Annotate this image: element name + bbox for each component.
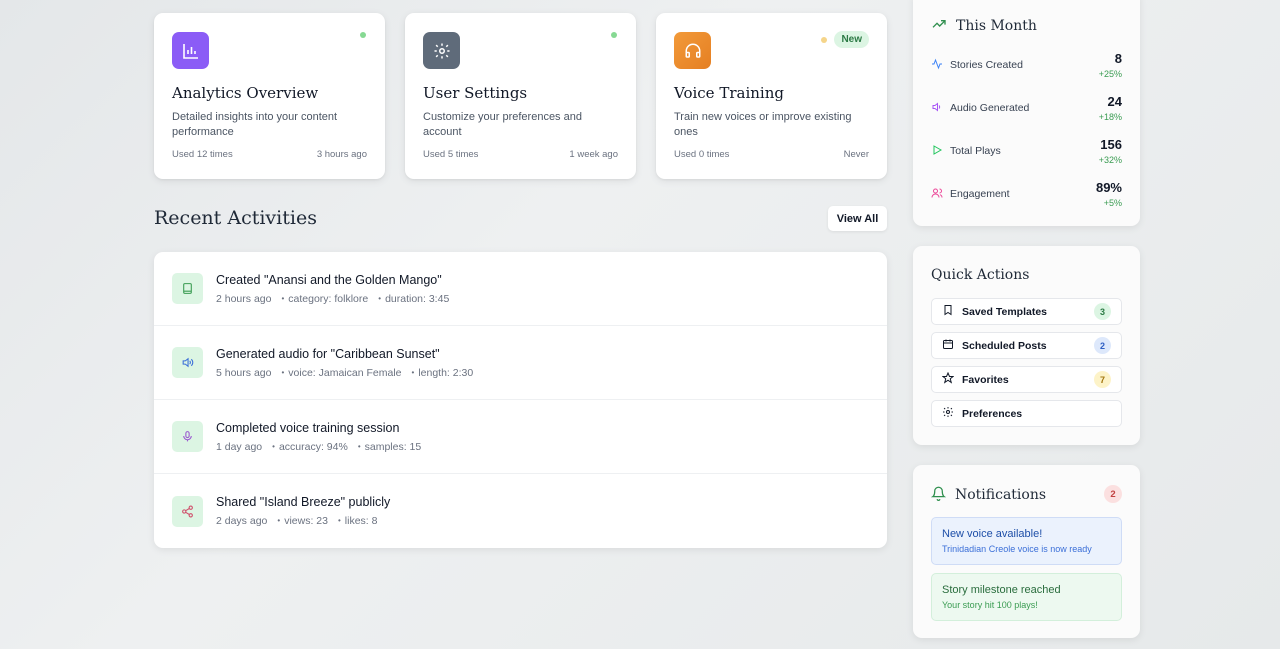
activity-meta: accuracy: 94% — [272, 441, 348, 453]
feature-card-voice-training[interactable]: New Voice Training Train new voices or i… — [656, 13, 887, 179]
count-badge: 7 — [1094, 371, 1111, 388]
stat-delta: +18% — [1098, 112, 1122, 122]
card-title: User Settings — [423, 84, 528, 102]
activity-time: 2 days ago — [216, 515, 268, 527]
notification-title: Story milestone reached — [942, 584, 1061, 596]
stat-value: 156 — [1100, 137, 1122, 152]
quick-action-label: Preferences — [962, 407, 1023, 420]
calendar-icon — [942, 338, 954, 353]
speaker-icon — [172, 347, 203, 378]
quick-action-label: Favorites — [962, 373, 1009, 386]
panel-title: Notifications — [955, 487, 1047, 503]
book-icon — [172, 273, 203, 304]
recent-activities-heading: Recent Activities — [154, 207, 317, 229]
play-icon — [931, 144, 943, 159]
feature-card-analytics[interactable]: Analytics Overview Detailed insights int… — [154, 13, 385, 179]
panel-title: This Month — [956, 17, 1037, 34]
quick-action-preferences[interactable]: Preferences — [931, 400, 1122, 427]
last-used: 1 week ago — [569, 149, 618, 160]
trending-up-icon — [931, 16, 947, 35]
activity-meta: likes: 8 — [338, 515, 378, 527]
bookmark-icon — [942, 304, 954, 319]
activity-time: 2 hours ago — [216, 292, 272, 305]
activity-item[interactable]: Completed voice training session 1 day a… — [154, 400, 887, 474]
activity-meta: length: 2:30 — [412, 367, 473, 379]
status-dot — [611, 32, 617, 38]
activity-meta: duration: 3:45 — [378, 293, 449, 305]
last-used: 3 hours ago — [316, 149, 367, 160]
stat-total-plays: Total Plays 156 +32% — [931, 137, 1122, 165]
view-all-button[interactable]: View All — [828, 206, 887, 231]
stat-value: 89% — [1095, 180, 1122, 195]
stat-label: Total Plays — [950, 145, 1001, 157]
quick-action-favorites[interactable]: Favorites 7 — [931, 366, 1122, 393]
notification-body: Your story hit 100 plays! — [942, 600, 1038, 610]
notification-title: New voice available! — [942, 528, 1043, 540]
new-badge: New — [834, 31, 869, 48]
quick-action-label: Saved Templates — [962, 305, 1048, 318]
activity-meta: views: 23 — [277, 515, 328, 527]
stat-label: Audio Generated — [950, 102, 1030, 114]
activity-meta: samples: 15 — [358, 441, 422, 453]
activity-icon — [931, 58, 943, 73]
card-description: Detailed insights into your content perf… — [172, 111, 338, 138]
quick-action-scheduled-posts[interactable]: Scheduled Posts 2 — [931, 332, 1122, 359]
bar-chart-icon — [172, 32, 209, 69]
usage-count: Used 0 times — [674, 149, 730, 160]
stat-engagement: Engagement 89% +5% — [931, 180, 1122, 208]
notifications-panel: Notifications 2 New voice available! Tri… — [913, 465, 1140, 638]
activity-meta: category: folklore — [281, 293, 368, 305]
card-title: Voice Training — [674, 84, 784, 102]
gear-icon — [942, 406, 954, 421]
activity-title: Shared "Island Breeze" publicly — [216, 495, 391, 509]
activity-item[interactable]: Generated audio for "Caribbean Sunset" 5… — [154, 326, 887, 400]
card-title: Analytics Overview — [172, 84, 319, 102]
star-icon — [941, 371, 955, 387]
stat-delta: +25% — [1098, 69, 1122, 79]
feature-card-user-settings[interactable]: User Settings Customize your preferences… — [405, 13, 636, 179]
quick-actions-panel: Quick Actions Saved Templates 3 Schedule… — [913, 246, 1140, 445]
activity-title: Completed voice training session — [216, 420, 400, 435]
gear-icon — [423, 32, 460, 69]
activity-title: Generated audio for "Caribbean Sunset" — [216, 346, 440, 361]
activity-meta: voice: Jamaican Female — [281, 367, 401, 379]
activity-item[interactable]: Shared "Island Breeze" publicly 2 days a… — [154, 474, 887, 548]
last-used: Never — [843, 149, 869, 160]
users-icon — [931, 187, 943, 202]
headphones-icon — [674, 32, 711, 69]
notification-count-badge: 2 — [1104, 485, 1122, 503]
usage-count: Used 5 times — [423, 149, 479, 160]
notification-item[interactable]: New voice available! Trinidadian Creole … — [931, 517, 1122, 565]
activity-list: Created "Anansi and the Golden Mango" 2 … — [154, 252, 887, 548]
stat-value: 24 — [1107, 94, 1122, 109]
stat-label: Engagement — [950, 188, 1010, 200]
microphone-icon — [172, 421, 203, 452]
card-description: Customize your preferences and account — [423, 111, 582, 138]
usage-count: Used 12 times — [172, 149, 233, 160]
stat-value: 8 — [1114, 51, 1122, 66]
count-badge: 2 — [1094, 337, 1111, 354]
stat-delta: +32% — [1098, 155, 1122, 165]
notification-body: Trinidadian Creole voice is now ready — [942, 544, 1092, 554]
panel-title: Quick Actions — [931, 267, 1030, 283]
activity-title: Created "Anansi and the Golden Mango" — [216, 272, 442, 287]
notification-item[interactable]: Story milestone reached Your story hit 1… — [931, 573, 1122, 621]
stat-stories-created: Stories Created 8 +25% — [931, 51, 1122, 79]
count-badge: 3 — [1094, 303, 1111, 320]
bell-icon — [930, 486, 947, 504]
status-dot — [360, 32, 366, 38]
stat-audio-generated: Audio Generated 24 +18% — [931, 94, 1122, 122]
stat-delta: +5% — [1103, 198, 1122, 208]
quick-action-saved-templates[interactable]: Saved Templates 3 — [931, 298, 1122, 325]
speaker-icon — [931, 101, 943, 116]
activity-time: 1 day ago — [216, 440, 263, 453]
quick-action-label: Scheduled Posts — [962, 339, 1047, 352]
status-dot — [821, 36, 828, 43]
this-month-panel: This Month Stories Created 8 +25% Audio … — [913, 0, 1140, 226]
activity-item[interactable]: Created "Anansi and the Golden Mango" 2 … — [154, 252, 887, 326]
share-icon — [172, 495, 203, 527]
stat-label: Stories Created — [950, 59, 1023, 71]
activity-time: 5 hours ago — [216, 366, 272, 379]
card-description: Train new voices or improve existing one… — [674, 111, 852, 138]
